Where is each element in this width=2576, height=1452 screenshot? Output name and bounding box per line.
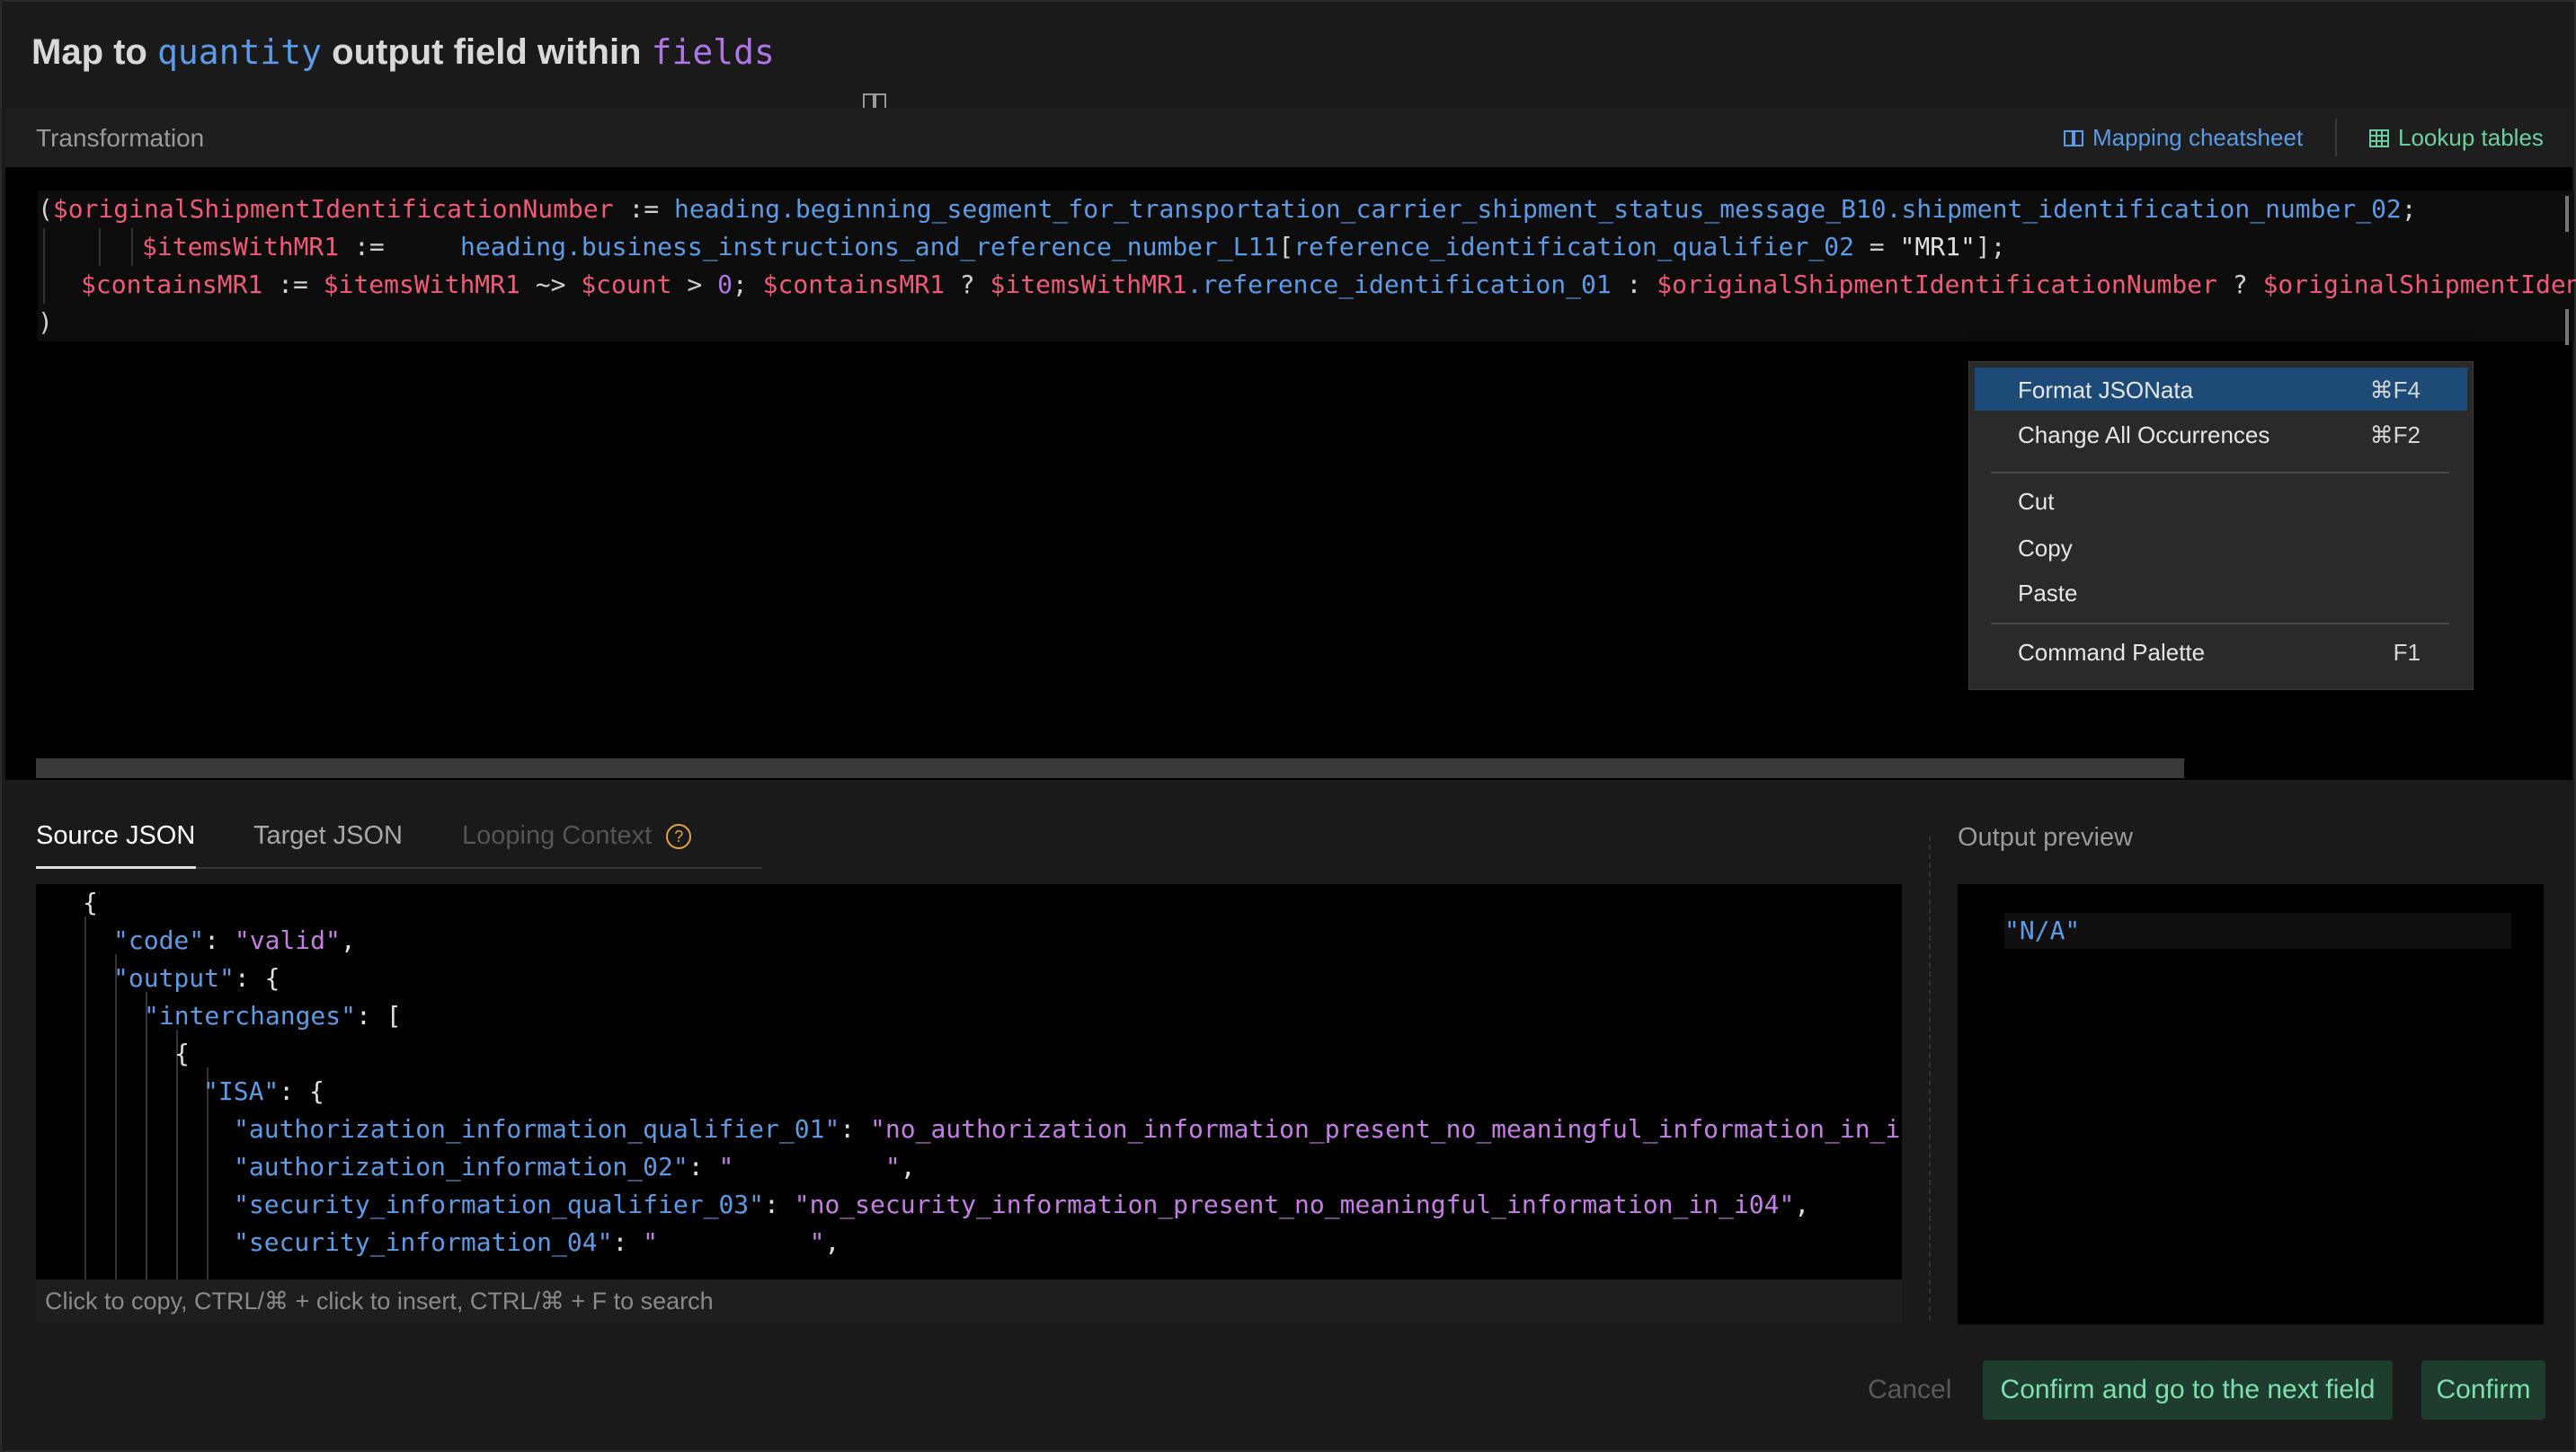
lookup-tables-label: Lookup tables (2398, 124, 2544, 151)
overview-ruler-mark (2565, 196, 2569, 232)
indent-guide (115, 954, 117, 1279)
json-line[interactable]: { (83, 884, 98, 922)
menu-item-change-all-occurrences[interactable]: Change All Occurrences ⌘F2 (1975, 412, 2467, 456)
json-line[interactable]: "output": { (113, 960, 280, 997)
mapping-dialog: Map to quantity output field within fiel… (0, 0, 2576, 1452)
code-editor[interactable]: ($originalShipmentIdentificationNumber :… (5, 167, 2576, 780)
json-line[interactable]: "interchanges": [ (144, 997, 402, 1035)
panel-divider[interactable] (1929, 836, 1931, 1321)
indent-guide (84, 916, 86, 1279)
title-parent-name: fields (651, 32, 775, 72)
json-line[interactable]: { (174, 1035, 190, 1073)
title-field-name: quantity (156, 32, 323, 72)
tab-source-json[interactable]: Source JSON (36, 821, 195, 851)
menu-item-command-palette[interactable]: Command Palette F1 (1975, 630, 2467, 673)
dialog-title: Map to quantity output field within fiel… (31, 27, 886, 111)
transformation-label: Transformation (36, 124, 205, 152)
indent-guide (99, 228, 101, 266)
cancel-button[interactable]: Cancel (1868, 1360, 1951, 1420)
code-line-1: ($originalShipmentIdentificationNumber :… (38, 194, 2417, 224)
code-line-2: $itemsWithMR1 := heading.business_instru… (142, 232, 2006, 261)
help-icon[interactable]: ? (666, 824, 692, 850)
indent-guide (131, 228, 133, 266)
indent-guide (146, 992, 147, 1279)
confirm-next-button[interactable]: Confirm and go to the next field (1983, 1360, 2393, 1420)
menu-item-copy[interactable]: Copy (1975, 526, 2467, 569)
context-menu: Format JSONata ⌘F4 Change All Occurrence… (1968, 361, 2474, 690)
active-tab-indicator (36, 866, 196, 869)
output-preview-label: Output preview (1958, 823, 2134, 852)
code-line-4: ) (38, 307, 53, 337)
indent-guide (43, 228, 45, 304)
menu-item-cut[interactable]: Cut (1975, 479, 2467, 522)
source-json-viewer[interactable]: { "code": "valid", "output": { "intercha… (36, 884, 1902, 1279)
title-middle: output field within (322, 31, 652, 72)
table-icon (2369, 128, 2389, 147)
tab-looping-context[interactable]: Looping Context? (462, 821, 692, 851)
menu-item-format-jsonata[interactable]: Format JSONata ⌘F4 (1975, 367, 2467, 411)
json-line[interactable]: "authorization_information_02": " ", (234, 1148, 916, 1186)
tab-target-json[interactable]: Target JSON (253, 821, 403, 851)
transformation-header: Transformation Mapping cheatsheet Lookup… (5, 108, 2572, 168)
title-prefix: Map to (31, 31, 157, 72)
book-icon[interactable] (802, 41, 886, 111)
json-line[interactable]: "security_information_qualifier_03": "no… (234, 1186, 1809, 1224)
tab-track (196, 867, 762, 869)
json-line[interactable]: "ISA": { (203, 1073, 324, 1111)
json-line[interactable]: "authorization_information_qualifier_01"… (234, 1111, 1902, 1148)
book-icon (2064, 129, 2083, 146)
code-line-3: $containsMR1 := $itemsWithMR1 ~> $count … (81, 270, 2576, 299)
output-preview-panel: "N/A" (1958, 884, 2544, 1324)
horizontal-scrollbar[interactable] (36, 758, 2184, 778)
mapping-cheatsheet-link[interactable]: Mapping cheatsheet (2064, 124, 2303, 152)
json-line[interactable]: "code": "valid", (113, 922, 356, 960)
output-preview-value: "N/A" (2004, 913, 2511, 949)
menu-separator (1991, 623, 2449, 624)
tab-looping-context-label: Looping Context (462, 821, 653, 850)
source-json-hint: Click to copy, CTRL/⌘ + click to insert,… (36, 1279, 1902, 1323)
mapping-cheatsheet-label: Mapping cheatsheet (2092, 124, 2304, 151)
lookup-tables-link[interactable]: Lookup tables (2369, 124, 2544, 152)
menu-item-paste[interactable]: Paste (1975, 571, 2467, 614)
menu-separator (1991, 472, 2449, 474)
confirm-button[interactable]: Confirm (2421, 1360, 2545, 1420)
overview-ruler-mark (2565, 309, 2569, 345)
header-divider (2335, 119, 2337, 156)
json-line[interactable]: "security_information_04": " ", (234, 1224, 839, 1262)
